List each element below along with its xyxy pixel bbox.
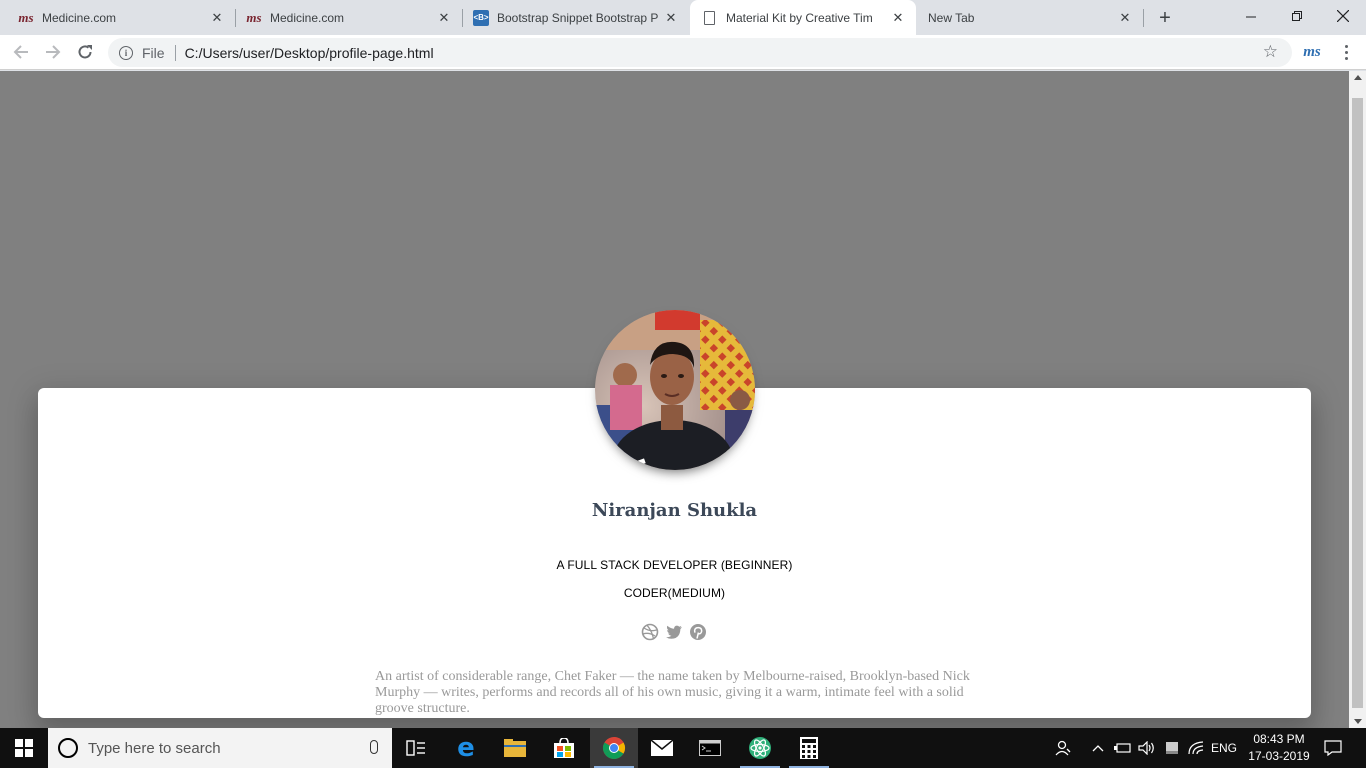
calculator-icon (800, 737, 818, 759)
tab-close-icon[interactable]: ✕ (1117, 10, 1133, 26)
tab-separator (1143, 9, 1144, 27)
taskbar-search-box[interactable]: Type here to search (48, 728, 392, 768)
tab-new-tab[interactable]: New Tab ✕ (917, 0, 1143, 35)
url-text[interactable]: C:/Users/user/Desktop/profile-page.html (185, 45, 434, 61)
taskbar-atom[interactable] (736, 728, 784, 768)
tab-close-icon[interactable]: ✕ (663, 10, 679, 26)
reload-button[interactable] (73, 40, 97, 64)
minimize-button[interactable] (1228, 0, 1274, 32)
taskbar-mail[interactable] (638, 728, 686, 768)
forward-arrow-icon (46, 45, 61, 59)
twitter-icon[interactable] (665, 623, 683, 641)
profile-role-primary: A FULL STACK DEVELOPER (BEGINNER) (556, 558, 793, 572)
taskbar-calculator[interactable] (785, 728, 833, 768)
address-bar[interactable]: i File C:/Users/user/Desktop/profile-pag… (108, 38, 1292, 67)
medicine-extension-icon[interactable]: ms (1301, 41, 1323, 63)
battery-power-icon[interactable] (1113, 728, 1133, 768)
page-viewport: Niranjan Shukla A FULL STACK DEVELOPER (… (0, 71, 1349, 728)
profile-photo (595, 310, 755, 470)
bookmark-star-icon[interactable]: ☆ (1263, 42, 1278, 62)
store-icon (554, 738, 574, 758)
taskbar-clock[interactable]: 08:43 PM 17-03-2019 (1240, 731, 1318, 765)
new-tab-button[interactable]: + (1153, 6, 1177, 30)
tab-close-icon[interactable]: ✕ (890, 10, 906, 26)
clock-time: 08:43 PM (1253, 732, 1305, 746)
taskbar-chrome[interactable] (590, 728, 638, 768)
tab-title: Bootstrap Snippet Bootstrap P (497, 10, 659, 25)
medicine-logo-icon: ms (18, 9, 34, 25)
taskbar-edge[interactable]: e (442, 728, 490, 768)
windows-logo-icon (15, 739, 33, 757)
volume-icon[interactable] (1137, 728, 1157, 768)
document-icon (704, 10, 715, 25)
atom-icon (749, 737, 771, 759)
dribbble-icon[interactable] (641, 623, 659, 641)
tab-medicine-1[interactable]: ms Medicine.com ✕ (0, 0, 235, 35)
profile-role-secondary: CODER(MEDIUM) (623, 586, 726, 600)
back-button[interactable] (9, 40, 33, 64)
pinterest-icon[interactable] (689, 623, 707, 641)
taskbar-terminal[interactable] (686, 728, 734, 768)
terminal-icon (699, 740, 721, 756)
scroll-up-arrow-icon[interactable] (1354, 75, 1362, 80)
tab-strip: ms Medicine.com ✕ ms Medicine.com ✕ <B> … (0, 0, 1366, 35)
taskbar-store[interactable] (540, 728, 588, 768)
restore-button[interactable] (1274, 0, 1320, 32)
microphone-icon[interactable] (370, 740, 378, 754)
profile-name: Niranjan Shukla (591, 500, 758, 521)
tab-title: Medicine.com (270, 10, 345, 25)
task-view-icon (406, 740, 425, 756)
taskbar-file-explorer[interactable] (491, 728, 539, 768)
folder-icon (504, 739, 526, 757)
tab-bootstrap-snippet[interactable]: <B> Bootstrap Snippet Bootstrap P ✕ (463, 0, 689, 35)
search-placeholder: Type here to search (88, 739, 221, 757)
task-view-button[interactable] (392, 728, 440, 768)
minimize-icon (1245, 16, 1256, 17)
restore-icon (1291, 10, 1302, 21)
action-center-icon[interactable] (1322, 728, 1344, 768)
bootstrap-snippet-icon: <B> (473, 9, 489, 26)
tab-title: Medicine.com (42, 10, 117, 25)
page-scrollbar[interactable] (1349, 71, 1366, 728)
tab-material-kit[interactable]: Material Kit by Creative Tim ✕ (690, 0, 916, 35)
info-icon[interactable]: i (119, 45, 133, 60)
edge-icon: e (457, 733, 475, 763)
social-links (641, 623, 707, 641)
close-window-button[interactable] (1320, 0, 1366, 32)
tab-title: Material Kit by Creative Tim (726, 10, 873, 25)
display-icon[interactable] (1162, 728, 1182, 768)
profile-avatar (595, 310, 755, 470)
tab-medicine-2[interactable]: ms Medicine.com ✕ (236, 0, 462, 35)
clock-date: 17-03-2019 (1248, 749, 1310, 763)
chrome-menu-icon[interactable] (1340, 41, 1352, 63)
reload-icon (78, 45, 92, 59)
wifi-icon[interactable] (1186, 728, 1206, 768)
windows-taskbar: Type here to search e ENG 08:43 PM 17-03… (0, 728, 1366, 768)
browser-toolbar: i File C:/Users/user/Desktop/profile-pag… (0, 35, 1366, 70)
scheme-label: File (142, 44, 165, 61)
close-icon (1337, 10, 1349, 22)
cortana-icon (58, 738, 78, 758)
tray-chevron-up-icon[interactable] (1089, 728, 1107, 768)
language-indicator[interactable]: ENG (1209, 728, 1239, 768)
tab-close-icon[interactable]: ✕ (209, 10, 225, 26)
back-arrow-icon (13, 45, 28, 59)
mail-icon (651, 740, 673, 756)
plus-icon: + (1159, 6, 1171, 29)
scroll-down-arrow-icon[interactable] (1354, 719, 1362, 724)
forward-button[interactable] (41, 40, 65, 64)
profile-bio: An artist of considerable range, Chet Fa… (375, 669, 970, 716)
omnibox-divider (174, 44, 176, 61)
tab-title: New Tab (928, 10, 975, 25)
tab-close-icon[interactable]: ✕ (436, 10, 452, 26)
scrollbar-thumb[interactable] (1352, 98, 1363, 708)
start-button[interactable] (0, 728, 48, 768)
chrome-icon (603, 737, 625, 759)
medicine-logo-icon: ms (246, 9, 262, 25)
people-icon[interactable] (1052, 728, 1074, 768)
